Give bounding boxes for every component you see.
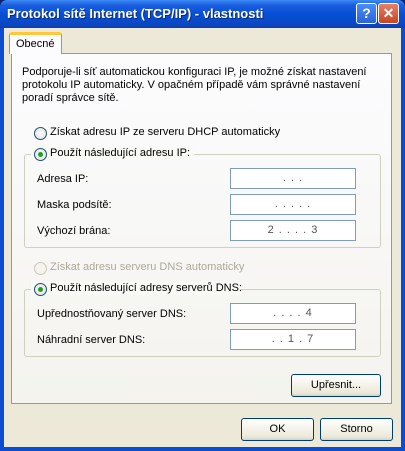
cancel-button[interactable]: Storno [320, 418, 393, 441]
gateway-label: Výchozí brána: [37, 225, 111, 237]
title-bar[interactable]: Protokol sítě Internet (TCP/IP) - vlastn… [0, 0, 405, 28]
ip-manual-radio[interactable] [34, 148, 47, 161]
close-button[interactable]: ✕ [378, 3, 399, 24]
advanced-button[interactable]: Upřesnit... [291, 374, 381, 397]
ip-auto-radio[interactable] [34, 127, 47, 140]
intro-text: Podporuje-li síť automatickou konfigurac… [22, 66, 367, 104]
window-frame-right [401, 28, 405, 451]
dns-manual-radio[interactable] [34, 283, 47, 296]
gateway-input[interactable]: 2 . . . . 3 [230, 220, 356, 241]
window-frame-bottom [0, 447, 405, 451]
ok-button[interactable]: OK [241, 418, 314, 441]
ip-address-label: Adresa IP: [37, 173, 89, 185]
alternate-dns-input[interactable]: . . 1 . 7 [230, 329, 356, 350]
ip-manual-label[interactable]: Použít následující adresu IP: [50, 147, 190, 159]
preferred-dns-label: Upřednostňovaný server DNS: [37, 308, 187, 320]
alternate-dns-label: Náhradní server DNS: [37, 334, 146, 346]
tab-general[interactable]: Obecné [9, 32, 62, 54]
ip-address-input[interactable]: . . . [230, 168, 356, 189]
preferred-dns-input[interactable]: . . . . 4 [230, 303, 356, 324]
dns-auto-radio[interactable] [34, 262, 47, 275]
help-button[interactable]: ? [356, 3, 377, 24]
ip-auto-label[interactable]: Získat adresu IP ze serveru DHCP automat… [50, 126, 280, 138]
dns-auto-label[interactable]: Získat adresu serveru DNS automaticky [50, 261, 244, 273]
dns-manual-label[interactable]: Použít následující adresy serverů DNS: [50, 282, 242, 294]
window-title: Protokol sítě Internet (TCP/IP) - vlastn… [7, 6, 264, 21]
subnet-mask-label: Maska podsítě: [37, 199, 112, 211]
subnet-mask-input[interactable]: . . . . . [230, 194, 356, 215]
